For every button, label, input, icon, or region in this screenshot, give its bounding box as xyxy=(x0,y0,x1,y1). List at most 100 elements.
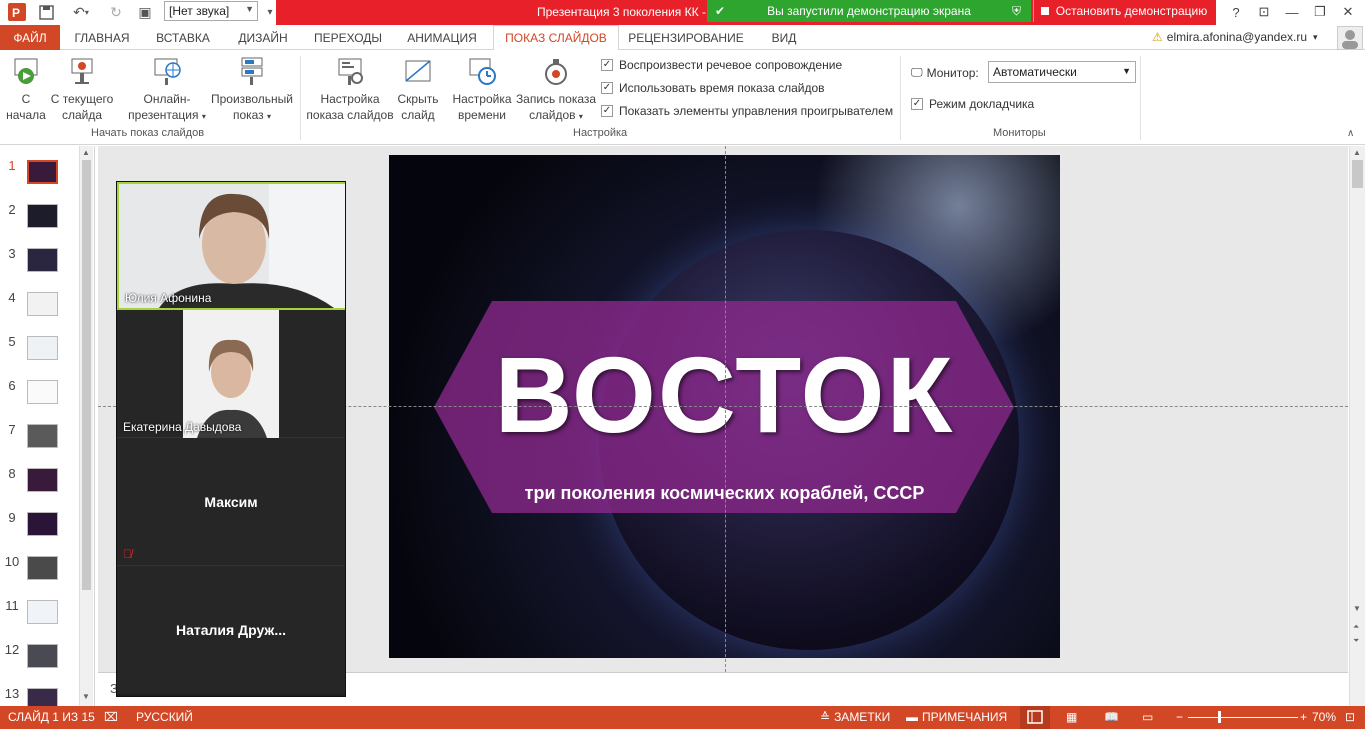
tab-animation[interactable]: АНИМАЦИЯ xyxy=(397,25,487,50)
rehearse-timings-button[interactable]: Настройка времени xyxy=(450,56,514,123)
hide-slide-line1: Скрыть xyxy=(397,92,439,106)
monitor-select[interactable]: Автоматически ▼ xyxy=(988,61,1136,83)
account-area[interactable]: ⚠ elmira.afonina@yandex.ru ▾ xyxy=(1152,30,1318,44)
narration-checkbox[interactable]: ✓ Воспроизвести речевое сопровождение xyxy=(601,58,842,72)
setup-show-button[interactable]: Настройка показа слайдов xyxy=(304,56,396,123)
next-slide-icon[interactable]: ⏷ xyxy=(1353,636,1359,646)
custom-show-button[interactable]: Произвольный показ ▾ xyxy=(208,56,296,125)
comment-icon: ▬ xyxy=(906,710,918,724)
spellcheck-icon[interactable]: ⌧ xyxy=(104,710,118,724)
participant-tile[interactable]: Юлия Афонина xyxy=(117,182,345,310)
previous-slide-icon[interactable]: ⏶ xyxy=(1353,622,1359,632)
restore-icon[interactable]: ❐ xyxy=(1306,2,1334,22)
thumbnail-item[interactable]: 1 xyxy=(0,158,80,188)
customize-toolbar-icon[interactable]: ▾ xyxy=(264,2,276,22)
zoom-in-icon[interactable]: + xyxy=(1300,710,1307,724)
participant-name: Юлия Афонина xyxy=(125,291,212,305)
from-current-line1: С текущего xyxy=(50,92,114,106)
fit-to-window-icon[interactable]: ⊡ xyxy=(1345,710,1355,724)
thumbnail-image xyxy=(27,248,58,272)
comments-button[interactable]: ▬ ПРИМЕЧАНИЯ xyxy=(906,710,1007,724)
scroll-down-icon[interactable]: ▼ xyxy=(82,692,90,701)
thumbnail-item[interactable]: 2 xyxy=(0,202,80,232)
tab-design[interactable]: ДИЗАЙН xyxy=(227,25,299,50)
thumbnail-item[interactable]: 13 xyxy=(0,686,80,706)
thumbnail-item[interactable]: 5 xyxy=(0,334,80,364)
thumbnail-item[interactable]: 12 xyxy=(0,642,80,672)
tab-review[interactable]: РЕЦЕНЗИРОВАНИЕ xyxy=(626,25,746,50)
thumbnail-item[interactable]: 7 xyxy=(0,422,80,452)
zoom-level[interactable]: 70% xyxy=(1312,710,1336,724)
scroll-up-icon[interactable]: ▲ xyxy=(1353,148,1361,157)
zoom-slider[interactable] xyxy=(1188,717,1298,718)
hide-slide-line2: слайд xyxy=(401,108,435,122)
thumbnail-item[interactable]: 3 xyxy=(0,246,80,276)
reading-view-icon[interactable]: 📖 xyxy=(1104,710,1119,724)
notes-button[interactable]: ≙ ЗАМЕТКИ xyxy=(820,710,890,724)
group-separator xyxy=(900,56,901,140)
tab-view[interactable]: ВИД xyxy=(762,25,806,50)
thumbnail-item[interactable]: 6 xyxy=(0,378,80,408)
thumbnail-item[interactable]: 11 xyxy=(0,598,80,628)
scrollbar-thumb[interactable] xyxy=(1352,160,1363,188)
language-indicator[interactable]: РУССКИЙ xyxy=(136,710,193,724)
record-show-button[interactable]: Запись показа слайдов ▾ xyxy=(514,56,598,125)
scroll-down-icon[interactable]: ▼ xyxy=(1353,604,1361,613)
zoom-slider-thumb[interactable] xyxy=(1218,711,1221,723)
tab-slideshow[interactable]: ПОКАЗ СЛАЙДОВ xyxy=(493,25,619,51)
thumbnail-item[interactable]: 9 xyxy=(0,510,80,540)
participant-name: Наталия Друж... xyxy=(176,622,286,638)
thumbnail-item[interactable]: 4 xyxy=(0,290,80,320)
notes-label: ЗАМЕТКИ xyxy=(834,710,891,724)
redo-icon[interactable]: ↻ xyxy=(106,2,126,22)
sound-select[interactable]: [Нет звука] ▼ xyxy=(164,1,258,21)
scrollbar-thumb[interactable] xyxy=(82,160,91,590)
thumbnail-scrollbar[interactable]: ▲ ▼ xyxy=(79,146,93,706)
tab-insert[interactable]: ВСТАВКА xyxy=(147,25,219,50)
slideshow-view-icon[interactable]: ▭ xyxy=(1142,710,1153,724)
slide-sorter-icon[interactable]: ▦ xyxy=(1066,710,1077,724)
close-icon[interactable]: ✕ xyxy=(1334,2,1362,22)
group-separator xyxy=(300,56,301,140)
thumbnail-item[interactable]: 10 xyxy=(0,554,80,584)
online-presentation-button[interactable]: Онлайн- презентация ▾ xyxy=(126,56,208,125)
media-controls-checkbox[interactable]: ✓ Показать элементы управления проигрыват… xyxy=(601,104,893,118)
slideshow-start-icon[interactable]: ▣ xyxy=(134,2,156,22)
tab-home[interactable]: ГЛАВНАЯ xyxy=(65,25,139,50)
from-current-button[interactable]: С текущего слайда xyxy=(48,56,116,123)
title-bar: P ↶ ▾ ↻ ▣ [Нет звука] ▼ ▾ Презентация 3 п… xyxy=(0,0,1365,25)
avatar[interactable] xyxy=(1337,26,1363,50)
zoom-out-icon[interactable]: − xyxy=(1176,710,1183,724)
collapse-ribbon-icon[interactable]: ∧ xyxy=(1347,128,1354,139)
thumbnail-item[interactable]: 8 xyxy=(0,466,80,496)
use-timings-checkbox[interactable]: ✓ Использовать время показа слайдов xyxy=(601,81,825,95)
video-conference-panel[interactable]: Юлия Афонина Екатерина Давыдова Максим 🎙… xyxy=(116,181,346,697)
thumbnail-image xyxy=(27,424,58,448)
tab-file[interactable]: ФАЙЛ xyxy=(0,25,60,50)
canvas-scrollbar[interactable]: ▲ ▼ ⏶ ⏷ xyxy=(1349,146,1365,706)
participant-tile[interactable]: Наталия Друж... xyxy=(117,566,345,694)
thumbnail-number: 9 xyxy=(8,510,16,525)
online-line2: презентация xyxy=(128,108,199,122)
slide-counter: СЛАЙД 1 ИЗ 15 xyxy=(8,710,95,724)
ribbon-options-icon[interactable]: ⊡ xyxy=(1250,2,1278,22)
normal-view-button[interactable] xyxy=(1020,706,1050,729)
muted-microphone-icon: 🎙̸ xyxy=(123,547,132,561)
rehearse-line2: времени xyxy=(458,108,506,122)
from-start-button[interactable]: С начала xyxy=(4,56,48,123)
sound-select-value: [Нет звука] xyxy=(169,4,230,18)
stop-share-button[interactable]: Остановить демонстрацию xyxy=(1033,0,1214,22)
save-icon[interactable] xyxy=(36,2,56,22)
checkbox-checked-icon: ✓ xyxy=(911,98,923,110)
minimize-icon[interactable]: — xyxy=(1278,2,1306,22)
tab-transitions[interactable]: ПЕРЕХОДЫ xyxy=(308,25,388,50)
scroll-up-icon[interactable]: ▲ xyxy=(82,148,90,157)
participant-tile[interactable]: Екатерина Давыдова xyxy=(117,310,345,438)
rehearse-timings-icon xyxy=(469,58,496,85)
participant-tile[interactable]: Максим 🎙̸ xyxy=(117,438,345,566)
help-button[interactable]: ? xyxy=(1222,2,1250,22)
hide-slide-button[interactable]: Скрыть слайд xyxy=(396,56,440,123)
group-separator xyxy=(1140,56,1141,140)
undo-icon[interactable]: ↶ ▾ xyxy=(66,2,96,22)
presenter-view-checkbox[interactable]: ✓ Режим докладчика xyxy=(911,97,1034,111)
